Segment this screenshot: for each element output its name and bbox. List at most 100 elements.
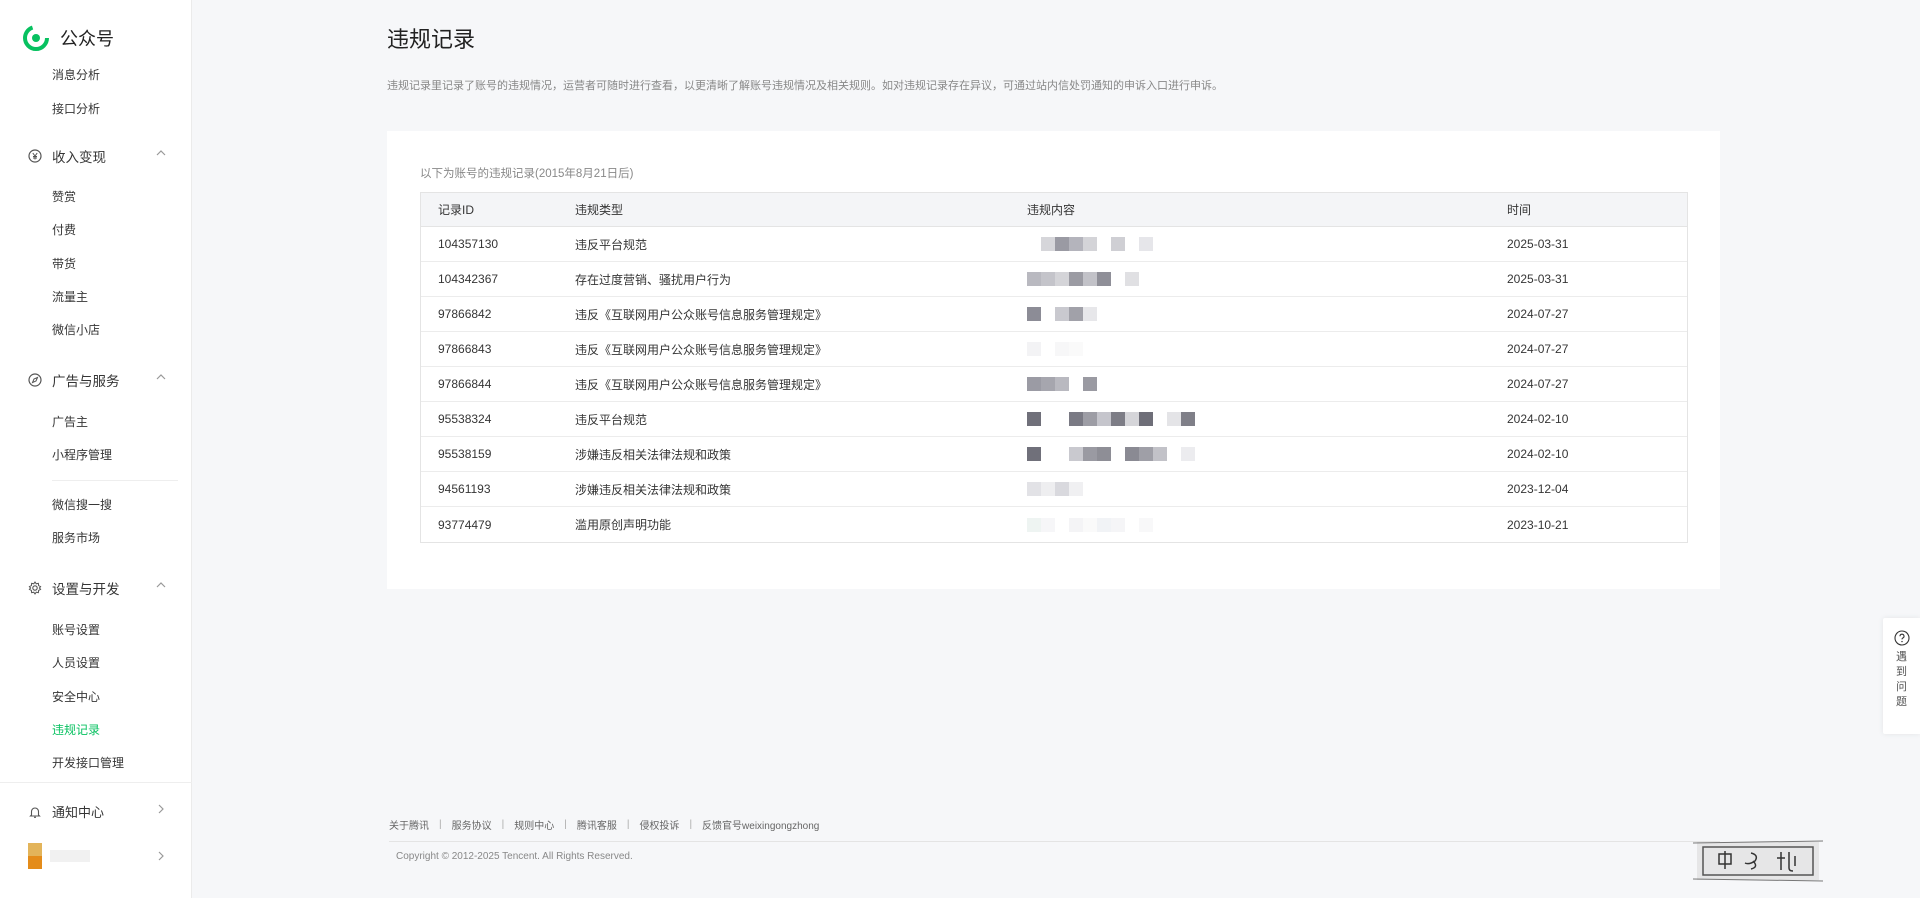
sidebar-group-settings-dev[interactable]: 设置与开发: [28, 578, 168, 598]
divider: [389, 841, 1720, 842]
account-name-redacted: [50, 850, 90, 862]
sidebar-item-reward[interactable]: 赞赏: [52, 189, 76, 205]
table-row: 95538159 涉嫌违反相关法律法规和政策 2024-02-10: [421, 437, 1687, 472]
chevron-right-icon: [158, 851, 164, 861]
question-icon: [1893, 630, 1910, 646]
cell-violation-type: 违反《互联网用户公众账号信息服务管理规定》: [575, 377, 828, 392]
violation-table: 记录ID 违规类型 违规内容 时间 104357130 违反平台规范 2025-03…: [420, 192, 1688, 543]
notification-center-label: 通知中心: [52, 805, 105, 820]
cell-record-id: 104342367: [438, 272, 499, 286]
cell-violation-content-redacted: [1027, 342, 1507, 356]
footer-link-feedback[interactable]: 反馈官号weixingongzhong: [702, 817, 819, 832]
brand[interactable]: 公众号: [22, 24, 114, 52]
gear-icon: [28, 581, 42, 595]
notification-center[interactable]: 通知中心: [28, 802, 168, 821]
table-row: 104342367 存在过度营销、骚扰用户行为 2025-03-31: [421, 262, 1687, 297]
footer-link-terms[interactable]: 服务协议: [452, 817, 492, 832]
sidebar-item-advertiser[interactable]: 广告主: [52, 414, 88, 430]
cell-violation-type: 涉嫌违反相关法律法规和政策: [575, 482, 732, 497]
sidebar-item-member-settings[interactable]: 人员设置: [52, 655, 100, 671]
decorative-seal-image: [1693, 840, 1823, 882]
sidebar-item-wechat-shop[interactable]: 微信小店: [52, 322, 100, 338]
footer-links: 关于腾讯 | 服务协议 | 规则中心 | 腾讯客服 | 侵权投诉 | 反馈官号weixin…: [389, 817, 820, 832]
sidebar-item-violation-records[interactable]: 违规记录: [52, 722, 100, 738]
divider: [0, 782, 192, 783]
sidebar-group-label: 收入变现: [52, 150, 106, 165]
chevron-up-icon: [156, 582, 166, 588]
sidebar-group-label: 设置与开发: [52, 582, 120, 597]
records-card: 以下为账号的违规记录(2015年8月21日后) 记录ID 违规类型 违规内容 时…: [387, 131, 1720, 589]
chevron-up-icon: [156, 374, 166, 380]
cell-violation-type: 违反《互联网用户公众账号信息服务管理规定》: [575, 342, 828, 357]
cell-record-id: 95538159: [438, 447, 492, 461]
cell-violation-content-redacted: [1027, 272, 1507, 286]
cell-time: 2023-12-04: [1507, 482, 1569, 496]
cell-violation-content-redacted: [1027, 237, 1507, 251]
cell-violation-content-redacted: [1027, 482, 1507, 496]
sidebar-item-account-settings[interactable]: 账号设置: [52, 622, 100, 638]
sidebar-item-message-analysis[interactable]: 消息分析: [52, 67, 100, 83]
bell-icon: [29, 806, 41, 818]
cell-record-id: 97866842: [438, 307, 492, 321]
sidebar-group-ads-services[interactable]: 广告与服务: [28, 370, 168, 390]
footer-link-support[interactable]: 腾讯客服: [577, 817, 617, 832]
help-label: 遇到问题: [1896, 651, 1907, 708]
sidebar-item-wechat-search[interactable]: 微信搜一搜: [52, 497, 112, 513]
footer-link-infringement[interactable]: 侵权投诉: [639, 817, 679, 832]
cell-time: 2024-02-10: [1507, 447, 1569, 461]
chevron-right-icon: [158, 804, 164, 814]
divider: [52, 480, 178, 481]
yen-icon: [28, 149, 42, 163]
cell-time: 2024-07-27: [1507, 342, 1569, 356]
sidebar: 公众号 消息分析 接口分析 收入变现 赞赏 付费 带货 流量主 微信小店 广告与…: [0, 0, 192, 898]
sidebar-item-dev-api[interactable]: 开发接口管理: [52, 755, 124, 771]
page-description: 违规记录里记录了账号的违规情况，运营者可随时进行查看，以更清晰了解账号违规情况及…: [387, 80, 1223, 92]
footer-link-about[interactable]: 关于腾讯: [389, 817, 429, 832]
cell-violation-content-redacted: [1027, 412, 1507, 426]
copyright: Copyright © 2012-2025 Tencent. All Right…: [396, 851, 633, 862]
sidebar-item-security-center[interactable]: 安全中心: [52, 689, 100, 705]
sidebar-group-monetization[interactable]: 收入变现: [28, 146, 168, 166]
cell-time: 2023-10-21: [1507, 517, 1569, 532]
cell-violation-type: 违反《互联网用户公众账号信息服务管理规定》: [575, 307, 828, 322]
sidebar-item-traffic-host[interactable]: 流量主: [52, 289, 88, 305]
chevron-up-icon: [156, 150, 166, 156]
cell-violation-content-redacted: [1027, 307, 1507, 321]
cell-record-id: 94561193: [438, 482, 491, 496]
cell-time: 2025-03-31: [1507, 237, 1569, 251]
wechat-official-account-logo: [23, 25, 49, 51]
sidebar-item-commerce[interactable]: 带货: [52, 256, 76, 272]
cell-violation-type: 违反平台规范: [575, 237, 648, 252]
cell-violation-type: 滥用原创声明功能: [575, 518, 672, 532]
cell-record-id: 97866843: [438, 342, 492, 356]
cell-violation-content-redacted: [1027, 377, 1507, 391]
footer-link-rules[interactable]: 规则中心: [514, 817, 554, 832]
cell-record-id: 93774479: [438, 517, 492, 532]
sidebar-item-api-analysis[interactable]: 接口分析: [52, 101, 100, 117]
cell-time: 2024-07-27: [1507, 307, 1569, 321]
sidebar-item-service-market[interactable]: 服务市场: [52, 530, 100, 546]
account-switcher[interactable]: [28, 843, 168, 869]
table-row: 93774479 滥用原创声明功能 2023-10-21: [421, 507, 1687, 542]
header-violation-content: 违规内容: [1027, 203, 1076, 217]
cell-violation-type: 涉嫌违反相关法律法规和政策: [575, 447, 732, 462]
avatar: [28, 843, 42, 869]
table-row: 97866844 违反《互联网用户公众账号信息服务管理规定》 2024-07-27: [421, 367, 1687, 402]
cell-violation-type: 存在过度营销、骚扰用户行为: [575, 272, 732, 287]
table-body: 104357130 违反平台规范 2025-03-31 104342367 存在过度营销…: [421, 227, 1687, 542]
cell-violation-content-redacted: [1027, 447, 1507, 461]
sidebar-item-paid[interactable]: 付费: [52, 222, 76, 238]
page-title: 违规记录: [387, 27, 476, 52]
table-row: 95538324 违反平台规范 2024-02-10: [421, 402, 1687, 437]
header-time: 时间: [1507, 203, 1532, 217]
header-violation-type: 违规类型: [575, 203, 624, 217]
cell-record-id: 104357130: [438, 237, 499, 251]
records-caption: 以下为账号的违规记录(2015年8月21日后): [420, 168, 634, 180]
help-float-button[interactable]: 遇到问题: [1883, 618, 1920, 734]
table-row: 94561193 涉嫌违反相关法律法规和政策 2023-12-04: [421, 472, 1687, 507]
sidebar-group-label: 广告与服务: [52, 374, 120, 389]
sidebar-item-miniprogram[interactable]: 小程序管理: [52, 447, 112, 463]
cell-time: 2024-07-27: [1507, 377, 1569, 391]
cell-time: 2025-03-31: [1507, 272, 1569, 286]
cell-violation-content-redacted: [1027, 517, 1507, 532]
